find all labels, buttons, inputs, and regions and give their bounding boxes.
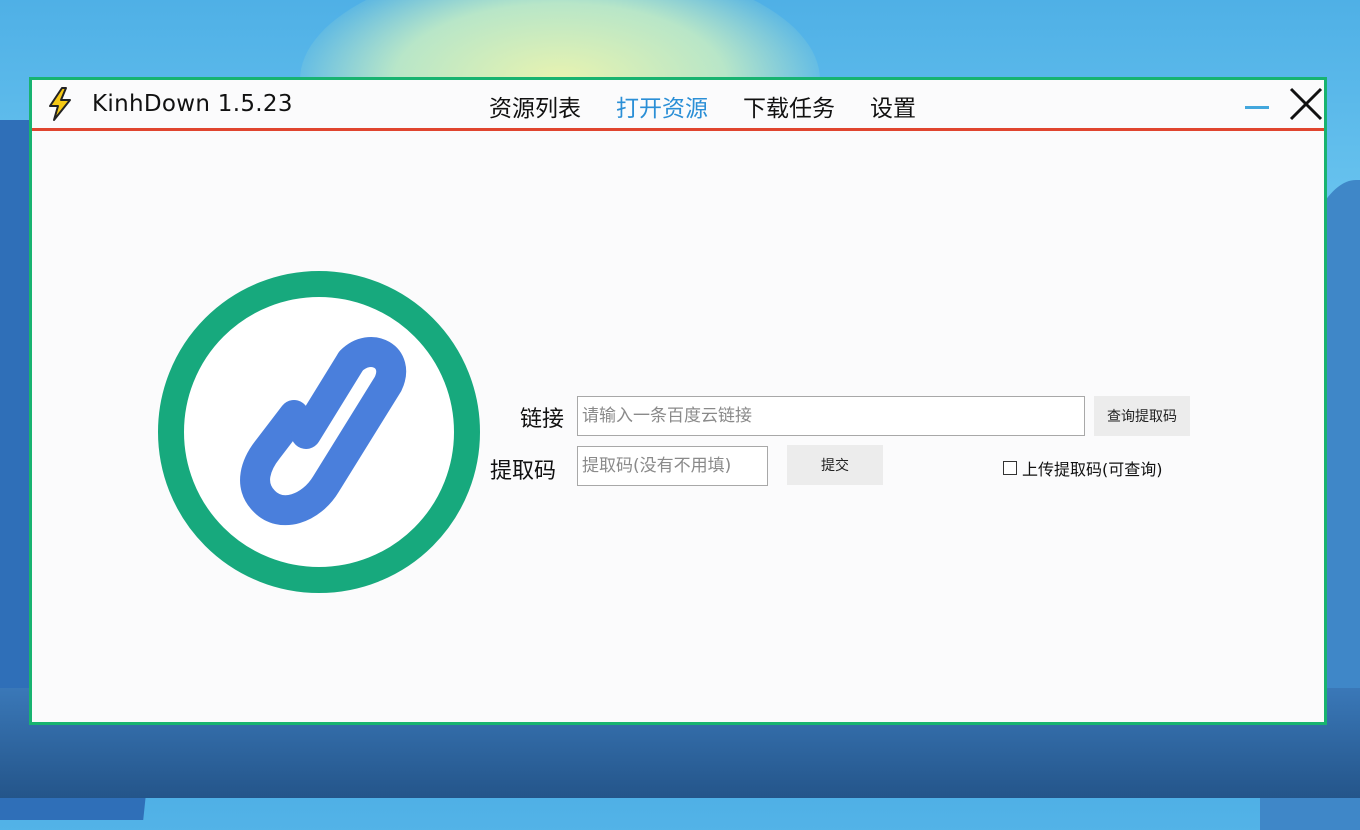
- nav-open-resource[interactable]: 打开资源: [616, 89, 708, 123]
- query-code-button[interactable]: 查询提取码: [1094, 396, 1190, 436]
- title-bar[interactable]: KinhDown 1.5.23 资源列表 打开资源 下载任务 设置: [32, 80, 1324, 131]
- extraction-code-input[interactable]: [577, 446, 768, 486]
- nav-download-tasks[interactable]: 下载任务: [743, 89, 835, 123]
- close-icon[interactable]: [1288, 86, 1324, 122]
- nav-settings[interactable]: 设置: [870, 89, 916, 123]
- minimize-icon[interactable]: [1245, 106, 1269, 109]
- code-label: 提取码: [490, 459, 557, 484]
- lightning-bolt-icon: [42, 86, 78, 122]
- submit-button[interactable]: 提交: [787, 445, 883, 485]
- upload-code-checkbox[interactable]: [1003, 461, 1017, 475]
- upload-code-option[interactable]: 上传提取码(可查询): [1003, 456, 1163, 480]
- link-label: 链接: [520, 407, 565, 432]
- app-window: KinhDown 1.5.23 资源列表 打开资源 下载任务 设置 链接 查询提…: [29, 77, 1327, 725]
- open-resource-panel: 链接 查询提取码 提取码 提交 上传提取码(可查询): [32, 131, 1324, 722]
- link-input[interactable]: [577, 396, 1085, 436]
- link-icon: [158, 271, 480, 593]
- main-nav: 资源列表 打开资源 下载任务 设置: [489, 89, 951, 123]
- nav-resource-list[interactable]: 资源列表: [489, 89, 581, 123]
- app-title: KinhDown 1.5.23: [92, 91, 293, 117]
- upload-code-label: 上传提取码(可查询): [1022, 460, 1163, 479]
